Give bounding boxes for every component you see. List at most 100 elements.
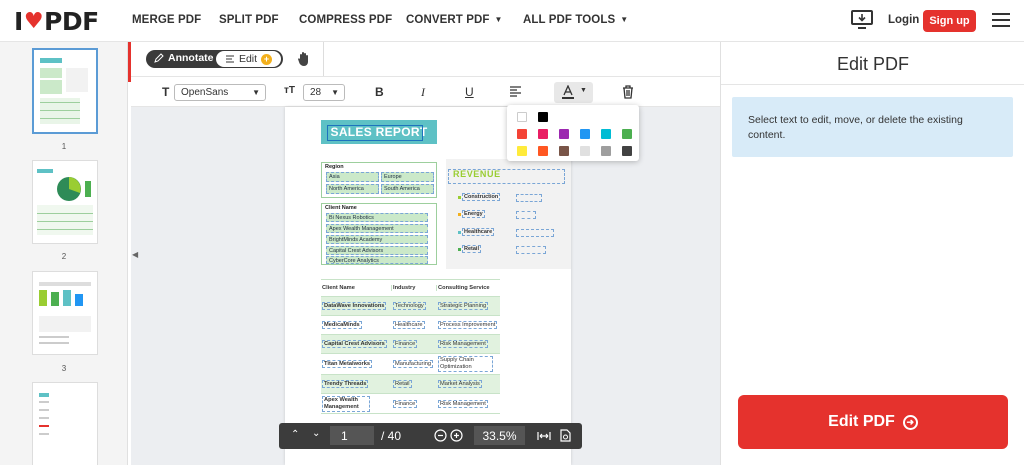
- bold-button[interactable]: B: [375, 85, 384, 99]
- cell-text: Strategic Planning: [438, 302, 489, 310]
- color-swatch[interactable]: [601, 129, 611, 139]
- table-cell[interactable]: BrightMinds Academy: [326, 235, 428, 244]
- caret-down-icon: ▼: [620, 15, 629, 24]
- italic-button[interactable]: I: [421, 85, 425, 100]
- color-swatch[interactable]: [580, 146, 590, 156]
- table-cell[interactable]: Finance: [393, 400, 437, 408]
- table-cell[interactable]: North America: [326, 184, 379, 194]
- color-swatch-white[interactable]: [517, 112, 527, 122]
- caret-down-icon: ▼: [331, 88, 339, 97]
- edit-pdf-button[interactable]: Edit PDF ➜: [738, 395, 1008, 449]
- hand-pan-icon[interactable]: [297, 51, 311, 67]
- legend-dot: [458, 231, 461, 234]
- nav-all-pdf-tools[interactable]: ALL PDF TOOLS ▼: [523, 14, 628, 26]
- right-panel: Edit PDF Select text to edit, move, or d…: [720, 42, 1024, 465]
- color-swatch[interactable]: [538, 146, 548, 156]
- table-cell[interactable]: CyberCore Analytics: [326, 256, 428, 264]
- color-swatch-black[interactable]: [538, 112, 548, 122]
- login-link[interactable]: Login: [888, 14, 919, 26]
- table-cell[interactable]: Apex Wealth Management: [326, 224, 428, 233]
- table-cell[interactable]: Apex Wealth Management: [322, 396, 370, 412]
- legend-dot: [458, 196, 461, 199]
- color-swatch[interactable]: [622, 129, 632, 139]
- client-table: Client Name Bi Nexus Robotics Apex Wealt…: [321, 203, 437, 265]
- text-color-button[interactable]: ▼: [554, 82, 593, 103]
- nav-convert-pdf[interactable]: CONVERT PDF ▼: [406, 14, 503, 26]
- table-cell[interactable]: Manufacturing: [393, 360, 437, 368]
- cell-text: Titan Metalworks: [322, 360, 373, 368]
- table-cell[interactable]: Process Improvement: [438, 321, 500, 329]
- table-row: Titan Metalworks Manufacturing Supply Ch…: [321, 354, 500, 375]
- revenue-label[interactable]: Retail: [462, 245, 481, 253]
- table-cell[interactable]: Retail: [393, 380, 437, 388]
- color-swatch[interactable]: [538, 129, 548, 139]
- column-header[interactable]: Industry: [393, 285, 437, 291]
- annotate-mode-button[interactable]: Annotate: [154, 52, 214, 64]
- zoom-in-icon[interactable]: [450, 429, 463, 442]
- table-header-row: Client Name Industry Consulting Service: [321, 279, 500, 297]
- chevron-down-icon[interactable]: ⌄: [312, 428, 320, 439]
- nav-compress-pdf[interactable]: COMPRESS PDF: [299, 14, 392, 26]
- table-cell[interactable]: Finance: [393, 340, 437, 348]
- nav-merge-pdf[interactable]: MERGE PDF: [132, 14, 201, 26]
- signup-button[interactable]: Sign up: [923, 10, 976, 32]
- page-thumbnail-1[interactable]: [32, 48, 98, 134]
- page-number-input[interactable]: [330, 426, 374, 445]
- font-family-select[interactable]: OpenSans ▼: [174, 84, 266, 101]
- revenue-title[interactable]: REVENUE: [453, 169, 501, 179]
- edit-mode-button[interactable]: Edit +: [216, 51, 281, 67]
- underline-button[interactable]: U: [465, 85, 474, 99]
- table-row: Apex Wealth Management Finance Risk Mana…: [321, 394, 500, 414]
- table-cell[interactable]: Capital Crest Advisors: [322, 340, 392, 348]
- font-family-icon: T: [162, 85, 170, 99]
- table-cell[interactable]: Europe: [381, 172, 434, 182]
- revenue-label[interactable]: Construction: [462, 193, 501, 201]
- color-swatch[interactable]: [559, 129, 569, 139]
- color-swatch[interactable]: [601, 146, 611, 156]
- collapse-sidebar-icon[interactable]: ◀: [132, 250, 138, 259]
- nav-label: SPLIT PDF: [219, 14, 279, 26]
- revenue-label[interactable]: Healthcare: [462, 228, 495, 236]
- hamburger-menu-icon[interactable]: [992, 13, 1010, 28]
- table-cell[interactable]: Risk Management: [438, 400, 500, 408]
- table-cell[interactable]: Market Analysis: [438, 380, 500, 388]
- color-swatch[interactable]: [580, 129, 590, 139]
- align-left-icon[interactable]: [509, 86, 522, 98]
- page-thumbnail-2[interactable]: [32, 160, 98, 244]
- table-cell[interactable]: Asia: [326, 172, 379, 182]
- color-swatch[interactable]: [622, 146, 632, 156]
- table-cell[interactable]: South America: [381, 184, 434, 194]
- table-cell[interactable]: Capital Crest Advisors: [326, 246, 428, 255]
- plus-circle-icon: +: [261, 53, 273, 65]
- table-cell[interactable]: Bi Nexus Robotics: [326, 213, 428, 222]
- table-cell[interactable]: Trendy Threads: [322, 380, 392, 388]
- column-header[interactable]: Client Name: [322, 285, 392, 291]
- table-cell[interactable]: Titan Metalworks: [322, 360, 392, 368]
- region-header[interactable]: Region: [325, 164, 344, 170]
- page-thumbnail-4[interactable]: [32, 382, 98, 465]
- font-size-select[interactable]: 28 ▼: [303, 84, 345, 101]
- table-cell[interactable]: Technology: [393, 302, 437, 310]
- revenue-label[interactable]: Energy: [462, 210, 485, 218]
- table-cell[interactable]: MedicaMinds: [322, 321, 392, 329]
- column-header[interactable]: Consulting Service: [438, 285, 500, 291]
- trash-icon[interactable]: [622, 85, 634, 99]
- page-settings-icon[interactable]: [560, 429, 571, 442]
- zoom-out-icon[interactable]: [434, 429, 447, 442]
- ilovepdf-logo[interactable]: I ♥ PDF: [14, 7, 99, 36]
- page-thumbnail-3[interactable]: [32, 271, 98, 355]
- table-cell[interactable]: Strategic Planning: [438, 302, 500, 310]
- chevron-up-icon[interactable]: ⌃: [291, 429, 299, 440]
- color-swatch[interactable]: [559, 146, 569, 156]
- desktop-download-icon[interactable]: [851, 10, 873, 30]
- table-cell[interactable]: Supply Chain Optimization: [438, 356, 493, 372]
- table-cell[interactable]: Risk Management: [438, 340, 500, 348]
- nav-split-pdf[interactable]: SPLIT PDF: [219, 14, 279, 26]
- client-header[interactable]: Client Name: [325, 205, 357, 211]
- zoom-level[interactable]: 33.5%: [474, 426, 525, 445]
- fit-width-icon[interactable]: [537, 431, 551, 441]
- color-swatch[interactable]: [517, 146, 527, 156]
- color-swatch[interactable]: [517, 129, 527, 139]
- table-cell[interactable]: DataWave Innovations: [322, 302, 392, 310]
- table-cell[interactable]: Healthcare: [393, 321, 437, 329]
